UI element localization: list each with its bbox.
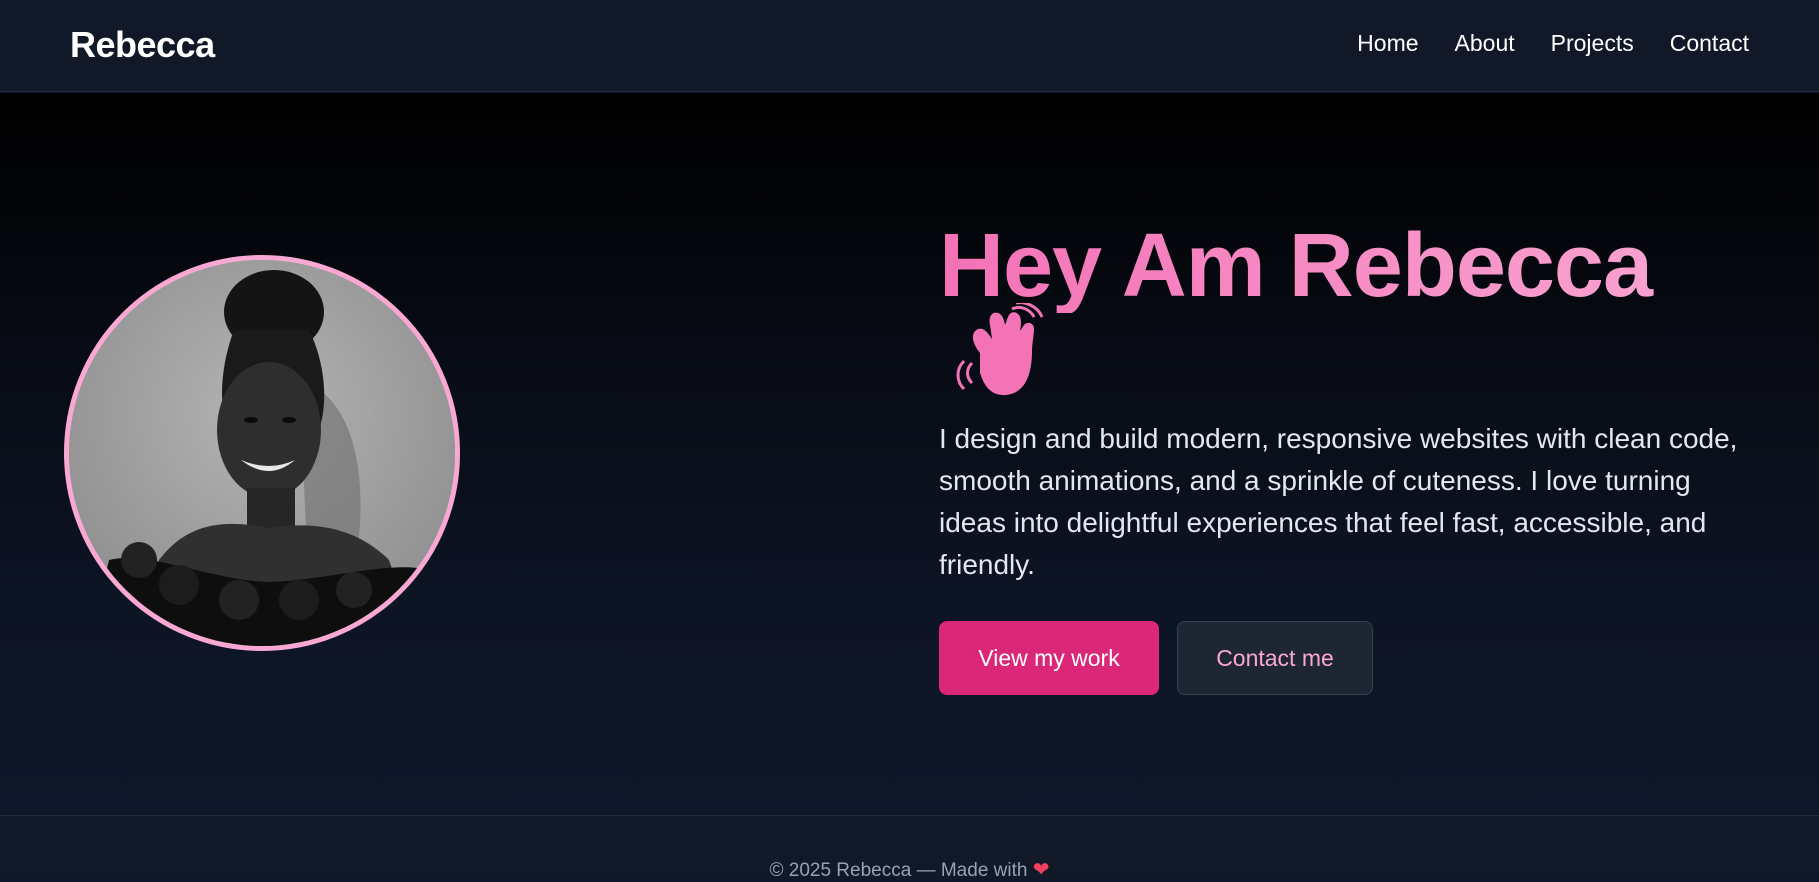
nav-link-contact[interactable]: Contact bbox=[1670, 30, 1749, 57]
nav-links: Home About Projects Contact bbox=[1357, 30, 1749, 57]
heart-icon: ❤ bbox=[1032, 859, 1050, 881]
view-work-button[interactable]: View my work bbox=[939, 621, 1159, 695]
nav-link-projects[interactable]: Projects bbox=[1551, 30, 1634, 57]
avatar bbox=[64, 255, 460, 651]
profile-photo-icon bbox=[69, 260, 455, 646]
hero-description: I design and build modern, responsive we… bbox=[939, 423, 1738, 580]
waving-hand-icon bbox=[956, 303, 1044, 396]
hero-title: Hey Am Rebecca bbox=[939, 220, 1759, 313]
footer-copyright: © 2025 Rebecca — Made with ❤ bbox=[0, 857, 1819, 882]
nav-link-about[interactable]: About bbox=[1455, 30, 1515, 57]
navbar: Rebecca Home About Projects Contact bbox=[0, 0, 1819, 92]
footer-text: © 2025 Rebecca — Made with bbox=[769, 860, 1028, 881]
hero-section: Hey Am Rebecca I design and build modern… bbox=[0, 93, 1819, 815]
contact-me-button[interactable]: Contact me bbox=[1177, 621, 1373, 695]
footer: © 2025 Rebecca — Made with ❤ bbox=[0, 815, 1819, 881]
nav-link-home[interactable]: Home bbox=[1357, 30, 1418, 57]
brand-logo[interactable]: Rebecca bbox=[70, 24, 215, 66]
